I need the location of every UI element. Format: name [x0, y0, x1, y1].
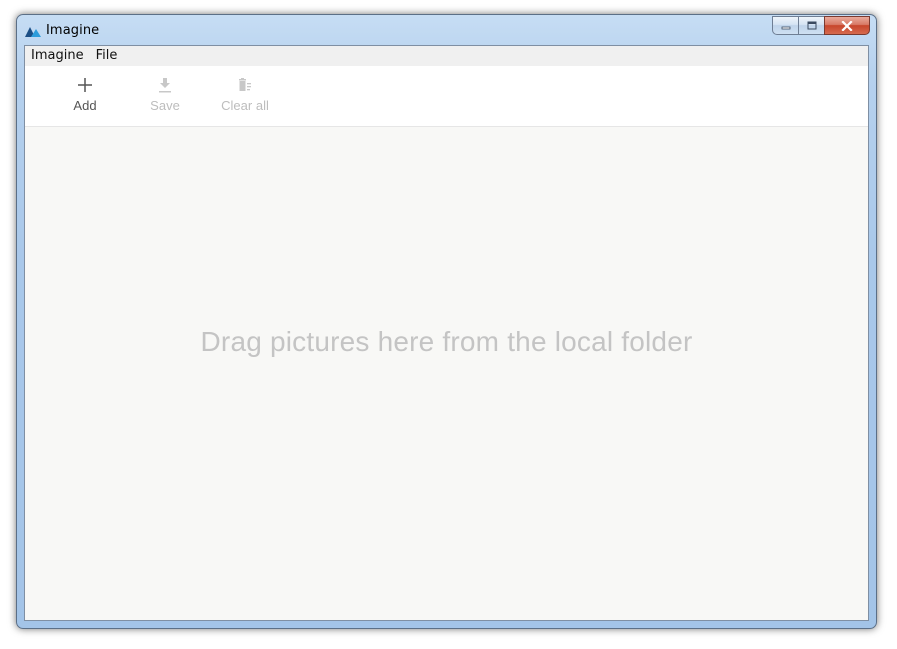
close-button[interactable]	[824, 16, 870, 35]
caption-buttons	[772, 16, 870, 36]
imagine-mountain-icon	[25, 27, 41, 37]
close-icon	[841, 20, 853, 31]
download-icon	[159, 78, 171, 93]
save-button[interactable]: Save	[130, 76, 200, 120]
add-button[interactable]: Add	[50, 76, 120, 120]
trash-icon	[239, 78, 251, 91]
maximize-button[interactable]	[798, 16, 824, 35]
toolbar: Add Save Clear all	[25, 66, 868, 127]
menu-bar: Imagine File	[25, 46, 868, 66]
clear-all-button-label: Clear all	[221, 98, 269, 113]
title-bar[interactable]: Imagine	[17, 15, 876, 45]
plus-icon	[78, 78, 92, 92]
menu-imagine[interactable]: Imagine	[25, 46, 90, 66]
clear-all-button[interactable]: Clear all	[210, 76, 280, 120]
save-button-label: Save	[150, 98, 180, 113]
minimize-button[interactable]	[772, 16, 798, 35]
client-area: Imagine File Add Save Clear all Drag pic…	[24, 45, 869, 621]
drop-hint-text: Drag pictures here from the local folder	[200, 326, 693, 357]
maximize-icon	[807, 21, 816, 30]
drop-zone[interactable]: Drag pictures here from the local folder	[25, 127, 868, 620]
minimize-icon	[781, 26, 790, 29]
app-window: Imagine Imagine File Add Save Clear all …	[16, 14, 877, 629]
window-title: Imagine	[46, 23, 100, 38]
menu-file[interactable]: File	[90, 46, 124, 66]
add-button-label: Add	[73, 98, 97, 113]
